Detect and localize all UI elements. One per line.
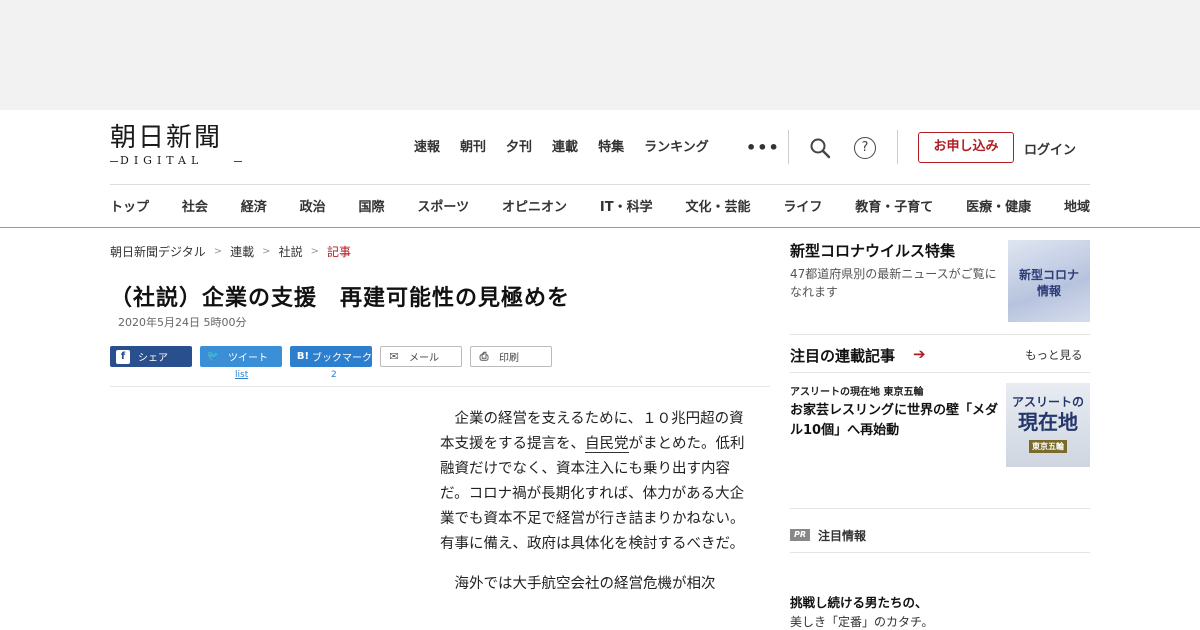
print-button[interactable]: ⎙ 印刷	[470, 346, 552, 367]
article-divider	[110, 386, 770, 387]
divider	[897, 130, 898, 164]
hatena-count[interactable]: 2	[331, 370, 337, 380]
series-thumb-line3: 東京五輪	[1029, 440, 1067, 453]
corona-feature-title[interactable]: 新型コロナウイルス特集	[790, 240, 955, 261]
hatena-bookmark-button[interactable]: B! ブックマーク	[290, 346, 372, 367]
logo-text: 朝日新聞	[110, 123, 223, 153]
topnav-ranking[interactable]: ランキング	[644, 139, 709, 157]
divider	[788, 130, 789, 164]
cat-culture[interactable]: 文化・芸能	[685, 196, 750, 215]
cat-society[interactable]: 社会	[182, 196, 208, 215]
search-icon[interactable]	[809, 137, 831, 159]
cat-economy[interactable]: 経済	[241, 196, 267, 215]
ad-banner-area	[0, 0, 1200, 110]
cat-opinion[interactable]: オピニオン	[502, 196, 567, 215]
cat-top[interactable]: トップ	[110, 196, 149, 215]
promo-headline[interactable]: 挑戦し続ける男たちの、	[790, 592, 928, 611]
topnav-rensai[interactable]: 連載	[552, 139, 578, 157]
featured-series-title[interactable]: 注目の連載記事	[790, 345, 895, 366]
cat-international[interactable]: 国際	[359, 196, 385, 215]
twitter-share-button[interactable]: 🐦 ツイート	[200, 346, 282, 367]
sidebar-divider	[790, 372, 1090, 373]
topnav-tokushu[interactable]: 特集	[598, 139, 624, 157]
logo-subtext: DIGITAL	[110, 154, 242, 167]
breadcrumb-separator: >	[262, 246, 271, 257]
twitter-icon: 🐦	[206, 350, 220, 362]
top-nav: 速報 朝刊 夕刊 連載 特集 ランキング	[414, 139, 729, 157]
corona-thumb-line1: 新型コロナ	[1018, 268, 1079, 282]
print-label: 印刷	[499, 353, 519, 364]
apply-button[interactable]: お申し込み	[918, 132, 1014, 163]
breadcrumb: 朝日新聞デジタル > 連載 > 社説 > 記事	[110, 243, 351, 260]
breadcrumb-editorial[interactable]: 社説	[279, 243, 303, 260]
sidebar-divider	[790, 334, 1090, 335]
breadcrumb-current: 記事	[326, 245, 351, 259]
article-paragraph: 企業の経営を支えるために、１０兆円超の資本支援をする提言を、自民党がまとめた。低…	[440, 407, 750, 557]
article-headline: （社説）企業の支援 再建可能性の見極めを	[110, 286, 571, 311]
facebook-share-label: シェア	[138, 353, 168, 364]
topnav-yukan[interactable]: 夕刊	[506, 139, 532, 157]
facebook-share-button[interactable]: f シェア	[110, 346, 192, 367]
see-more-link[interactable]: もっと見る	[1025, 347, 1083, 363]
print-icon: ⎙	[479, 349, 489, 363]
breadcrumb-separator: >	[310, 246, 319, 257]
article-body: 企業の経営を支えるために、１０兆円超の資本支援をする提言を、自民党がまとめた。低…	[440, 407, 750, 612]
site-header: 朝日新聞 DIGITAL 速報 朝刊 夕刊 連載 特集 ランキング ••• ? …	[0, 110, 1200, 228]
facebook-icon: f	[116, 349, 130, 364]
article-paragraph: 海外では大手航空会社の経営危機が相次	[454, 576, 716, 592]
category-nav: トップ 社会 経済 政治 国際 スポーツ オピニオン IT・科学 文化・芸能 ラ…	[110, 196, 1090, 215]
topnav-choukan[interactable]: 朝刊	[460, 139, 486, 157]
breadcrumb-separator: >	[213, 246, 223, 257]
corona-feature-desc[interactable]: 47都道府県別の最新ニュースがご覧になれます	[790, 265, 1002, 301]
more-menu-icon[interactable]: •••	[746, 138, 780, 157]
keyword-link-ldp[interactable]: 自民党	[585, 436, 629, 453]
article-text: がまとめた。低利融資だけでなく、資本注入にも乗り出す内容だ。コロナ禍が長期化すれ…	[440, 436, 745, 552]
breadcrumb-rensai[interactable]: 連載	[230, 243, 254, 260]
article-date: 2020年5月24日 5時00分	[118, 316, 247, 329]
series-thumbnail[interactable]: アスリートの 現在地 東京五輪	[1006, 383, 1090, 467]
series-kicker[interactable]: アスリートの現在地 東京五輪	[790, 383, 923, 398]
asahi-logo[interactable]: 朝日新聞 DIGITAL	[110, 124, 242, 170]
mail-share-label: メール	[409, 353, 439, 364]
mail-share-button[interactable]: ✉ メール	[380, 346, 462, 367]
login-link[interactable]: ログイン	[1024, 139, 1076, 158]
cat-health[interactable]: 医療・健康	[966, 196, 1031, 215]
promo-subtext[interactable]: 美しき「定番」のカタチ。	[790, 613, 933, 630]
series-headline[interactable]: お家芸レスリングに世界の壁「メダル10個」へ再始動	[790, 401, 1000, 441]
cat-it-science[interactable]: IT・科学	[600, 196, 653, 215]
hatena-icon: B!	[296, 350, 310, 362]
twitter-share-label: ツイート	[228, 353, 268, 364]
corona-feature-thumbnail[interactable]: 新型コロナ 情報	[1008, 240, 1090, 322]
help-icon[interactable]: ?	[854, 137, 876, 159]
pr-section-title: 注目情報	[818, 529, 867, 543]
series-thumb-line1: アスリートの	[1011, 395, 1084, 409]
twitter-count[interactable]: list	[235, 370, 248, 380]
pr-badge: PR	[790, 529, 810, 541]
cat-region[interactable]: 地域	[1064, 196, 1090, 215]
corona-thumb-line2: 情報	[1036, 284, 1061, 298]
mail-icon: ✉	[389, 349, 399, 363]
hatena-bookmark-label: ブックマーク	[312, 353, 372, 364]
sidebar-divider	[790, 508, 1090, 509]
header-divider	[110, 184, 1090, 185]
arrow-right-icon[interactable]: ➔	[913, 345, 926, 363]
cat-sports[interactable]: スポーツ	[417, 196, 469, 215]
cat-politics[interactable]: 政治	[300, 196, 326, 215]
topnav-sokuho[interactable]: 速報	[414, 139, 440, 157]
breadcrumb-home[interactable]: 朝日新聞デジタル	[110, 243, 206, 260]
cat-education[interactable]: 教育・子育て	[855, 196, 933, 215]
sidebar-divider	[790, 552, 1090, 553]
cat-life[interactable]: ライフ	[783, 196, 822, 215]
series-thumb-line2: 現在地	[1018, 410, 1078, 434]
